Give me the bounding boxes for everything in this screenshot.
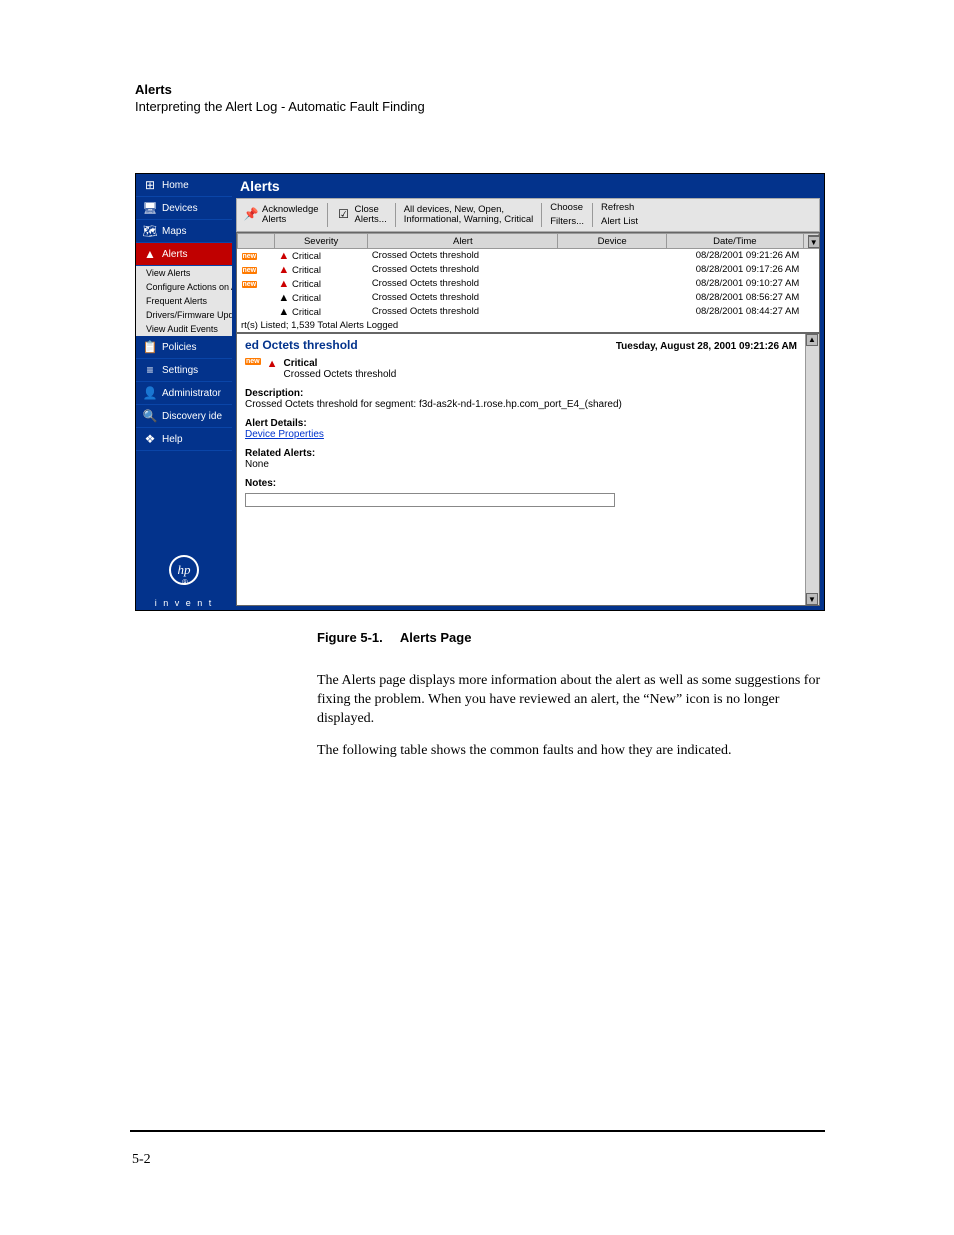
col-datetime[interactable]: Date/Time (666, 234, 803, 249)
alert-detail-panel: ed Octets threshold Tuesday, August 28, … (236, 333, 820, 607)
body-paragraph-1: The Alerts page displays more informatio… (317, 672, 822, 729)
nav-maps[interactable]: 🗺 Maps (136, 220, 232, 243)
acknowledge-button[interactable]: 📌 Acknowledge Alerts (243, 205, 319, 226)
close-alerts-button[interactable]: ☑ Close Alerts... (336, 205, 387, 226)
nav-label: Settings (162, 365, 198, 376)
severity-icon: ▲ (278, 278, 289, 290)
help-icon: ❖ (142, 431, 158, 447)
ack-icon: 📌 (243, 207, 259, 223)
settings-icon: ≡ (142, 362, 158, 378)
severity-icon: ▲ (278, 306, 289, 318)
col-new[interactable] (238, 234, 275, 249)
refresh-button[interactable]: Refresh Alert List (601, 203, 638, 227)
main-panel: Alerts 📌 Acknowledge Alerts ☑ Close Aler… (232, 174, 824, 610)
table-row[interactable]: new▲ CriticalCrossed Octets threshold08/… (238, 263, 819, 277)
new-badge: new (242, 281, 258, 288)
nav-label: Policies (162, 342, 196, 353)
table-row[interactable]: ▲ CriticalCrossed Octets threshold08/28/… (238, 305, 819, 319)
table-header-row: Severity Alert Device Date/Time ▲ ▼ (238, 234, 819, 249)
discovery-icon: 🔍 (142, 408, 158, 424)
table-row[interactable]: new▲ CriticalCrossed Octets threshold08/… (238, 249, 819, 263)
check-icon: ☑ (336, 207, 352, 223)
table-row[interactable]: ▲ CriticalCrossed Octets threshold08/28/… (238, 291, 819, 305)
footer-rule (130, 1130, 825, 1132)
scrollbar[interactable]: ▲ ▼ (803, 234, 818, 249)
related-label: Related Alerts: (245, 448, 797, 459)
new-badge: new (242, 253, 258, 260)
desc-label: Description: (245, 388, 797, 399)
detail-severity: Critical (284, 358, 397, 369)
table-row[interactable]: new▲ CriticalCrossed Octets threshold08/… (238, 277, 819, 291)
related-text: None (245, 459, 797, 470)
detail-title: ed Octets threshold (245, 338, 358, 352)
alerts-app-screenshot: ⊞ Home 🖥 Devices 🗺 Maps ▲ Alerts View Al… (135, 173, 825, 611)
nav-alerts[interactable]: ▲ Alerts (136, 243, 232, 266)
maps-icon: 🗺 (142, 223, 158, 239)
sub-frequent-alerts[interactable]: Frequent Alerts (136, 294, 232, 308)
invent-tagline: i n v e n t (136, 598, 232, 608)
nav-label: Help (162, 434, 183, 445)
alerts-table: Severity Alert Device Date/Time ▲ ▼ (236, 232, 820, 333)
severity-icon: ▲ (278, 250, 289, 262)
sidebar: ⊞ Home 🖥 Devices 🗺 Maps ▲ Alerts View Al… (136, 174, 232, 610)
page-header: Alerts Interpreting the Alert Log - Auto… (135, 82, 425, 114)
nav-devices[interactable]: 🖥 Devices (136, 197, 232, 220)
nav-label: Alerts (162, 249, 188, 260)
nav-discovery[interactable]: 🔍 Discovery ide (136, 405, 232, 428)
figure-label: Figure 5-1. (317, 630, 383, 645)
notes-input[interactable] (245, 493, 615, 507)
sub-view-alerts[interactable]: View Alerts (136, 266, 232, 280)
nav-help[interactable]: ❖ Help (136, 428, 232, 451)
col-device[interactable]: Device (558, 234, 667, 249)
toolbar: 📌 Acknowledge Alerts ☑ Close Alerts... (236, 198, 820, 232)
severity-icon: ▲ (278, 264, 289, 276)
figure-text: Alerts Page (400, 630, 472, 645)
nav-label: Devices (162, 203, 198, 214)
filter-info: All devices, New, Open, Informational, W… (404, 205, 534, 226)
detail-date: Tuesday, August 28, 2001 09:21:26 AM (616, 341, 797, 352)
device-properties-link[interactable]: Device Properties (245, 429, 797, 440)
alert-details-label: Alert Details: (245, 418, 797, 429)
col-alert[interactable]: Alert (368, 234, 558, 249)
header-title: Alerts (135, 82, 425, 97)
body-paragraph-2: The following table shows the common fau… (317, 742, 822, 761)
header-subtitle: Interpreting the Alert Log - Automatic F… (135, 99, 425, 114)
alerts-submenu: View Alerts Configure Actions on Alerts … (136, 266, 232, 336)
admin-icon: 👤 (142, 385, 158, 401)
policies-icon: 📋 (142, 339, 158, 355)
new-badge: new (242, 267, 258, 274)
nav-administrator[interactable]: 👤 Administrator (136, 382, 232, 405)
panel-title: Alerts (232, 174, 824, 198)
status-line: rt(s) Listed; 1,539 Total Alerts Logged (237, 319, 819, 332)
sub-audit-events[interactable]: View Audit Events (136, 322, 232, 336)
nav-home[interactable]: ⊞ Home (136, 174, 232, 197)
figure-caption: Figure 5-1. Alerts Page (317, 630, 471, 645)
sub-drivers-firmware[interactable]: Drivers/Firmware Update Status (136, 308, 232, 322)
choose-filters-button[interactable]: Choose Filters... (550, 203, 584, 227)
home-icon: ⊞ (142, 177, 158, 193)
nav-label: Discovery ide (162, 411, 222, 422)
detail-alert-name: Crossed Octets threshold (284, 369, 397, 380)
detail-scrollbar[interactable]: ▲ ▼ (805, 334, 819, 606)
scroll-down-icon[interactable]: ▼ (806, 593, 818, 605)
nav-settings[interactable]: ≡ Settings (136, 359, 232, 382)
critical-icon: ▲ (267, 358, 278, 370)
page-number: 5-2 (132, 1152, 151, 1168)
nav-label: Maps (162, 226, 186, 237)
new-badge: new (245, 358, 261, 365)
nav-label: Administrator (162, 388, 221, 399)
scroll-down-icon[interactable]: ▼ (808, 236, 820, 248)
scroll-up-icon[interactable]: ▲ (806, 334, 818, 346)
desc-text: Crossed Octets threshold for segment: f3… (245, 399, 797, 410)
nav-label: Home (162, 180, 189, 191)
notes-label: Notes: (245, 478, 797, 489)
col-severity[interactable]: Severity (274, 234, 367, 249)
hp-logo: hp ® i n v e n t (136, 549, 232, 610)
severity-icon: ▲ (278, 292, 289, 304)
alert-icon: ▲ (142, 246, 158, 262)
sub-configure-actions[interactable]: Configure Actions on Alerts (136, 280, 232, 294)
devices-icon: 🖥 (142, 200, 158, 216)
nav-policies[interactable]: 📋 Policies (136, 336, 232, 359)
